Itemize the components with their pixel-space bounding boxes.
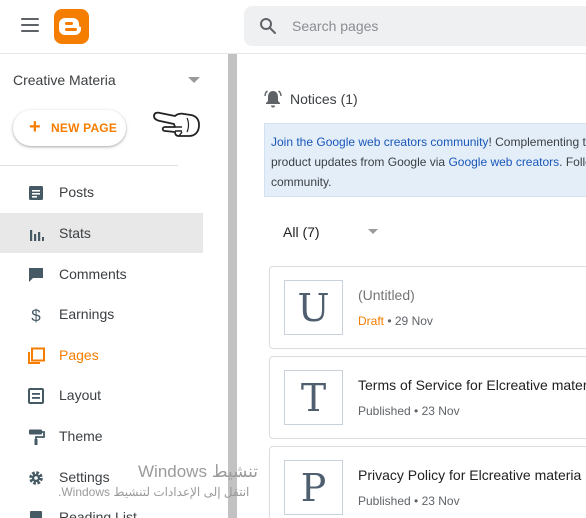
page-filter-dropdown[interactable]: All (7) (283, 222, 383, 242)
blogger-logo[interactable] (54, 9, 89, 44)
chevron-down-icon (188, 77, 200, 83)
comments-icon (29, 268, 43, 282)
sidebar-item-label: Earnings (59, 306, 115, 322)
menu-icon[interactable] (21, 18, 39, 32)
page-card-privacy[interactable]: P Privacy Policy for Elcreative materia … (269, 446, 586, 518)
sidebar-item-label: Comments (59, 266, 127, 282)
sidebar-item-theme[interactable]: Theme (0, 416, 203, 456)
posts-icon (29, 186, 43, 200)
page-card-untitled[interactable]: U (Untitled) Draft • 29 Nov (269, 266, 586, 349)
dollar-icon: $ (31, 306, 41, 324)
community-link[interactable]: Join the Google web creators community (271, 135, 488, 149)
blog-name: Creative Materia (13, 72, 116, 88)
sidebar-item-stats[interactable]: Stats (0, 213, 203, 253)
pointing-hand-icon (153, 111, 200, 137)
sidebar-item-reading-list[interactable]: Reading List (0, 497, 203, 518)
page-card-terms[interactable]: T Terms of Service for Elcreative mater … (269, 356, 586, 439)
sidebar-item-earnings[interactable]: $ Earnings (0, 294, 203, 334)
page-date: • 29 Nov (384, 314, 433, 328)
activation-watermark-text: انتقل إلى الإعدادات لتنشيط Windows. (58, 485, 250, 499)
sidebar-item-pages[interactable]: Pages (0, 335, 203, 375)
blog-selector[interactable]: Creative Materia (13, 72, 203, 90)
search-input[interactable] (292, 16, 572, 36)
page-title: Privacy Policy for Elcreative materia (358, 467, 582, 483)
stats-icon (30, 230, 44, 241)
sidebar-item-layout[interactable]: Layout (0, 375, 203, 415)
top-bar (0, 0, 586, 54)
notice-text: Join the Google web creators community! … (271, 135, 586, 189)
sidebar-item-label: Layout (59, 387, 102, 403)
bell-icon (264, 90, 282, 108)
page-meta: Draft • 29 Nov (358, 314, 433, 328)
sidebar-item-posts[interactable]: Posts (0, 172, 203, 212)
sidebar-item-label: Posts (59, 184, 95, 200)
chevron-down-icon (368, 229, 378, 234)
sidebar-scrollbar[interactable] (228, 54, 237, 518)
new-page-button[interactable]: + NEW PAGE (13, 110, 126, 146)
page-thumbnail: P (284, 460, 343, 515)
status-label: Draft (358, 314, 385, 328)
notices-label: Notices (1) (290, 91, 358, 107)
new-page-label: NEW PAGE (51, 121, 118, 135)
pages-icon (28, 347, 45, 364)
search-bar[interactable] (244, 6, 586, 46)
web-creators-link[interactable]: Google web creators (448, 155, 559, 169)
page-date: • 23 Nov (410, 404, 460, 418)
page-thumbnail: T (284, 370, 343, 425)
reading-list-icon (30, 511, 42, 518)
page-title: Terms of Service for Elcreative mater (358, 377, 586, 393)
page-meta: Published • 23 Nov (358, 404, 460, 418)
page-title: (Untitled) (358, 287, 415, 303)
svg-text:$: $ (31, 306, 41, 324)
page-meta: Published • 23 Nov (358, 494, 460, 508)
activation-watermark-title: Windows تنشيط (138, 462, 258, 481)
sidebar-item-comments[interactable]: Comments (0, 254, 203, 294)
gear-icon (29, 471, 43, 485)
sidebar-item-label: Pages (59, 347, 99, 363)
filter-label: All (7) (283, 224, 320, 240)
layout-icon (28, 388, 44, 404)
status-label: Published (358, 404, 411, 418)
page-thumbnail: U (284, 280, 343, 335)
plus-icon: + (29, 116, 41, 138)
notice-banner: Join the Google web creators community! … (264, 123, 586, 197)
sidebar-item-label: Theme (59, 428, 103, 444)
sidebar-item-label: Stats (59, 225, 91, 241)
sidebar-divider (0, 165, 178, 166)
paint-roller-icon (29, 429, 45, 445)
status-label: Published (358, 494, 411, 508)
search-icon[interactable] (259, 17, 277, 35)
page-date: • 23 Nov (410, 494, 460, 508)
sidebar-item-label: Settings (59, 469, 110, 485)
sidebar-item-label: Reading List (59, 509, 137, 518)
blogger-dashboard: Creative Materia + NEW PAGE Posts Stats (0, 0, 586, 518)
